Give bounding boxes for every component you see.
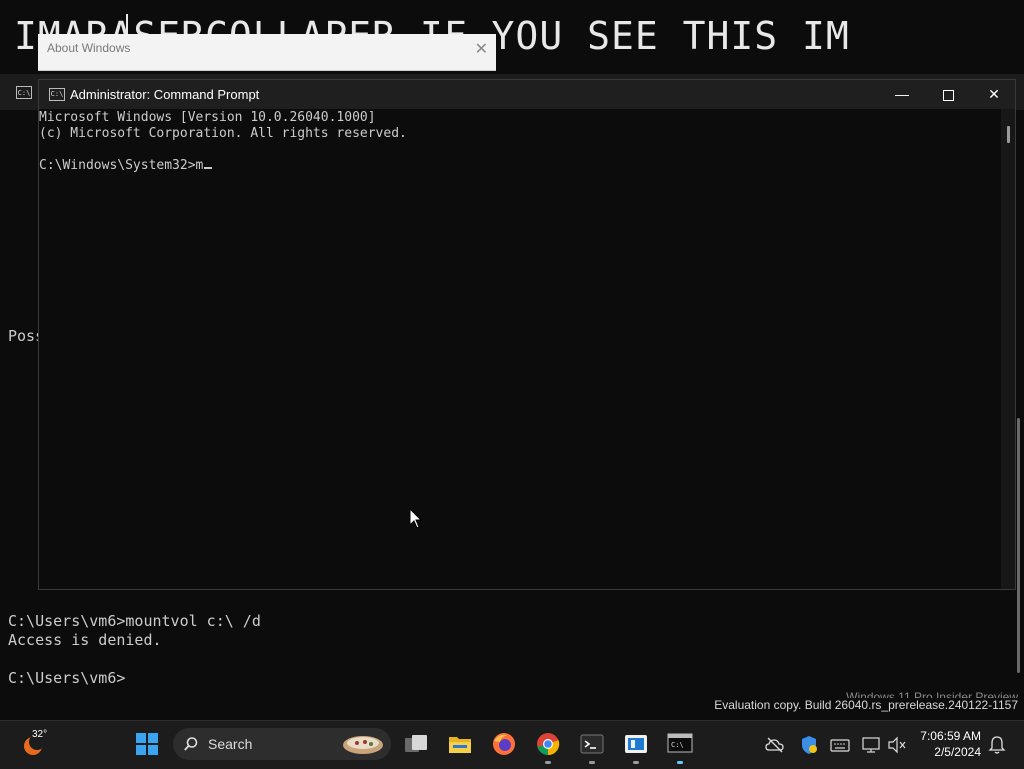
cmd-scrollbar[interactable] — [1001, 109, 1015, 589]
clock-time: 7:06:59 AM — [920, 729, 981, 743]
about-windows-dialog[interactable]: About Windows ✕ — [38, 34, 496, 71]
console-line: C:\Users\vm6>mountvol c:\ /d — [8, 612, 261, 630]
background-console-output: C:\Users\vm6>mountvol c:\ /d Access is d… — [8, 612, 261, 688]
cmd-scroll-thumb[interactable] — [1007, 126, 1010, 143]
cmd-window-icon[interactable]: C:\ — [49, 88, 65, 101]
text-cursor — [204, 167, 213, 169]
running-indicator — [589, 761, 595, 764]
console-line: Access is denied. — [8, 631, 162, 649]
minimize-button[interactable]: — — [879, 80, 925, 109]
defender-icon[interactable] — [799, 735, 819, 755]
running-indicator — [545, 761, 551, 764]
close-button[interactable]: ✕ — [971, 80, 1017, 109]
console-prompt-line: C:\Windows\System32>m — [39, 158, 407, 174]
active-indicator — [677, 761, 683, 764]
start-icon[interactable] — [134, 731, 160, 757]
watermark-edition: Windows 11 Pro Insider Preview — [846, 690, 1018, 698]
system-clock[interactable]: 7:06:59 AM 2/5/2024 — [916, 728, 981, 760]
background-scrollbar[interactable] — [1017, 418, 1020, 673]
task-view-icon[interactable] — [403, 731, 429, 757]
cmd-title-bar[interactable]: C:\ Administrator: Command Prompt — ✕ — [39, 80, 1015, 109]
svg-text:C:\: C:\ — [671, 741, 684, 749]
file-explorer-icon[interactable] — [447, 731, 473, 757]
weather-temperature: 32° — [32, 729, 48, 740]
maximize-button[interactable] — [925, 80, 971, 109]
search-label: Search — [208, 736, 253, 752]
search-icon — [184, 737, 198, 751]
about-close-icon[interactable]: ✕ — [475, 39, 488, 59]
about-dialog-title: About Windows — [47, 41, 131, 55]
console-line: (c) Microsoft Corporation. All rights re… — [39, 126, 407, 141]
network-icon[interactable] — [861, 735, 881, 755]
terminal-icon[interactable] — [579, 731, 605, 757]
command-prompt-window[interactable]: C:\ Administrator: Command Prompt — ✕ Mi… — [38, 79, 1016, 590]
search-highlight-icon — [343, 736, 383, 754]
evaluation-watermark: Windows 11 Pro Insider Preview Evaluatio… — [714, 690, 1018, 712]
clock-date: 2/5/2024 — [934, 745, 981, 759]
remote-icon[interactable] — [623, 731, 649, 757]
maximize-icon — [942, 89, 954, 101]
notification-bell-icon[interactable] — [987, 735, 1007, 755]
console-tab-icon[interactable]: C:\ — [16, 86, 32, 99]
firefox-icon[interactable] — [491, 731, 517, 757]
keyboard-icon[interactable] — [830, 735, 850, 755]
cloud-offline-icon[interactable] — [765, 735, 785, 755]
cmd-icon[interactable]: C:\ — [667, 731, 693, 757]
running-indicator — [633, 761, 639, 764]
watermark-build: Evaluation copy. Build 26040.rs_prerelea… — [714, 698, 1018, 712]
taskbar-search-box[interactable]: Search — [173, 728, 391, 760]
cmd-window-title: Administrator: Command Prompt — [70, 87, 260, 102]
mouse-pointer-icon — [409, 508, 423, 529]
prompt-text: C:\Windows\System32>m — [39, 158, 204, 173]
console-line: C:\Users\vm6> — [8, 669, 126, 687]
volume-muted-icon[interactable] — [887, 735, 907, 755]
cmd-output[interactable]: Microsoft Windows [Version 10.0.26040.10… — [39, 110, 407, 174]
chrome-icon[interactable] — [535, 731, 561, 757]
console-line: Microsoft Windows [Version 10.0.26040.10… — [39, 110, 376, 125]
